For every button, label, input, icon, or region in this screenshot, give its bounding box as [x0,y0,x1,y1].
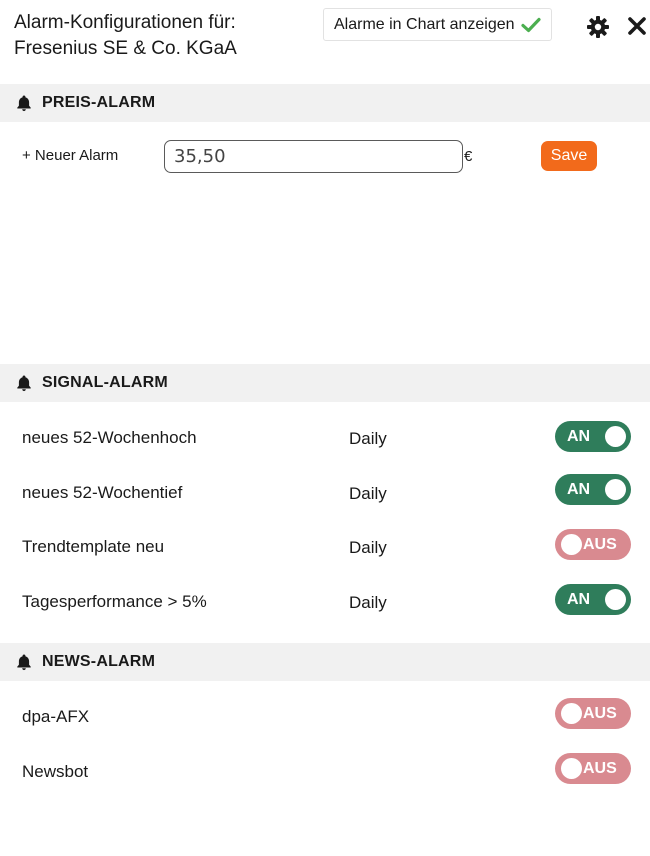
bell-icon [15,94,33,112]
toggle-state-label: AUS [583,704,617,722]
price-input[interactable] [164,140,463,173]
news-row-label: Newsbot [22,762,89,781]
toggle-switch[interactable]: AN [555,474,631,505]
signal-row-label: Trendtemplate neu [22,537,165,556]
price-alarm-section-header: PREIS-ALARM [0,84,650,122]
checkmark-icon [520,17,541,33]
news-alarm-section-header: NEWS-ALARM [0,643,650,681]
signal-row-frequency: Daily [349,429,387,448]
toggle-state-label: AN [567,480,591,498]
title-line-1: Alarm-Konfigurationen für: [14,12,236,33]
bell-icon [15,374,33,392]
toggle-knob [605,589,626,610]
toggle-state-label: AUS [583,535,617,553]
bell-icon [15,653,33,671]
toggle-knob [561,534,582,555]
toggle-knob [605,426,626,447]
signal-row-frequency: Daily [349,538,387,557]
close-icon[interactable] [626,15,648,37]
currency-label: € [464,148,473,165]
signal-row-label: neues 52-Wochenhoch [22,428,197,447]
show-alarms-in-chart-button[interactable]: Alarme in Chart anzeigen [323,8,552,41]
toggle-switch[interactable]: AUS [555,753,631,784]
toggle-knob [561,703,582,724]
page-title: Alarm-Konfigurationen für: Fresenius SE … [14,10,237,62]
toggle-knob [561,758,582,779]
signal-row-frequency: Daily [349,593,387,612]
signal-alarm-section-header: SIGNAL-ALARM [0,364,650,402]
toggle-switch[interactable]: AUS [555,529,631,560]
show-alarms-in-chart-label: Alarme in Chart anzeigen [334,15,515,33]
toggle-switch[interactable]: AN [555,421,631,452]
toggle-switch[interactable]: AN [555,584,631,615]
title-line-2: Fresenius SE & Co. KGaA [14,38,237,59]
dialog-header: Alarm-Konfigurationen für: Fresenius SE … [0,0,650,80]
save-button[interactable]: Save [541,141,597,171]
toggle-switch[interactable]: AUS [555,698,631,729]
toggle-state-label: AN [567,590,591,608]
toggle-knob [605,479,626,500]
gear-icon[interactable] [586,15,610,39]
signal-row-label: Tagesperformance > 5% [22,592,207,611]
signal-alarm-title: SIGNAL-ALARM [42,374,168,391]
signal-row-frequency: Daily [349,484,387,503]
news-alarm-title: NEWS-ALARM [42,653,156,670]
news-row-label: dpa-AFX [22,707,90,726]
price-alarm-title: PREIS-ALARM [42,94,156,111]
toggle-state-label: AN [567,427,591,445]
toggle-state-label: AUS [583,759,617,777]
signal-row-label: neues 52-Wochentief [22,483,183,502]
new-alarm-label: + Neuer Alarm [22,147,119,164]
